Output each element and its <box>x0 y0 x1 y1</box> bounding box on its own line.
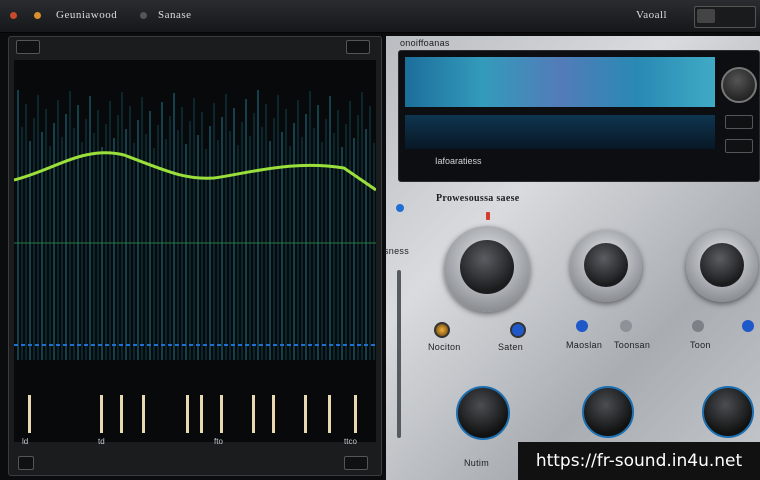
close-dot-icon[interactable] <box>10 12 17 19</box>
level-marker <box>100 395 103 433</box>
blue-led-icon-3[interactable] <box>742 320 754 332</box>
menu-icon[interactable] <box>140 12 147 19</box>
scope-tick-4: ttco <box>344 437 357 446</box>
knob-cap-icon <box>700 243 744 287</box>
level-marker <box>186 395 189 433</box>
amber-led-icon <box>434 322 450 338</box>
bottom-knob-1[interactable] <box>456 386 510 440</box>
level-markers <box>28 395 357 433</box>
display-button-1[interactable] <box>725 115 753 129</box>
label-saten: Saten <box>498 342 524 352</box>
blue-led-icon[interactable] <box>510 322 526 338</box>
title-bar: Geuniawood Sanase Vaoall <box>0 0 760 33</box>
label-nociton: Nociton <box>428 342 461 352</box>
panel-title: Prowesoussa saese <box>436 193 520 204</box>
right-label: Vaoall <box>636 9 668 21</box>
side-label: sness <box>384 246 410 256</box>
scope-tick-3: fto <box>214 437 223 446</box>
scope-bottom-right-button[interactable] <box>344 456 368 470</box>
bottom-title: Nutim <box>464 458 490 468</box>
gain-knob[interactable] <box>444 226 530 312</box>
scope-bottom-left-button[interactable] <box>18 456 34 470</box>
top-display: Iafoaratiess <box>398 50 760 182</box>
grey-led-icon-2[interactable] <box>692 320 704 332</box>
level-marker <box>200 395 203 433</box>
display-knob[interactable] <box>721 67 757 103</box>
mid-knob[interactable] <box>570 230 642 302</box>
level-marker <box>354 395 357 433</box>
bottom-knob-3[interactable] <box>702 386 754 438</box>
level-marker <box>252 395 255 433</box>
knob-cap-icon <box>584 243 628 287</box>
scope-tick-2: td <box>98 437 105 446</box>
level-marker <box>304 395 307 433</box>
display-header: onoiffoanas <box>400 38 450 48</box>
label-maoslan: Maoslan <box>566 340 603 350</box>
bottom-knob-2[interactable] <box>582 386 634 438</box>
blue-led-icon-2[interactable] <box>576 320 588 332</box>
scope-corner-button-right[interactable] <box>346 40 370 54</box>
label-toonsan: Toonsan <box>614 340 651 350</box>
waveform-strip <box>405 57 715 107</box>
level-marker <box>120 395 123 433</box>
spectrum-display <box>14 60 376 442</box>
level-marker <box>142 395 145 433</box>
toggle-knob-icon <box>697 9 715 23</box>
status-led-icon <box>396 204 404 212</box>
display-caption: Iafoaratiess <box>435 156 482 166</box>
title-toggle[interactable] <box>694 6 756 28</box>
label-toon: Toon <box>690 340 711 350</box>
meter-strip <box>405 115 715 149</box>
level-marker <box>272 395 275 433</box>
scope-tick-1: ld <box>22 437 29 446</box>
watermark-url: https://fr-sound.in4u.net <box>518 442 760 480</box>
app-title: Geuniawood <box>56 9 118 21</box>
level-marker <box>28 395 31 433</box>
knob-cap-icon <box>460 240 514 294</box>
scope-corner-button-left[interactable] <box>16 40 40 54</box>
display-button-2[interactable] <box>725 139 753 153</box>
menu-label[interactable]: Sanase <box>158 9 192 21</box>
vertical-fader[interactable] <box>397 270 401 438</box>
level-marker <box>220 395 223 433</box>
level-marker <box>328 395 331 433</box>
gain-marker-icon <box>486 212 490 220</box>
spectrum-bars <box>17 90 375 360</box>
right-knob[interactable] <box>686 230 758 302</box>
grey-led-icon[interactable] <box>620 320 632 332</box>
minimize-dot-icon[interactable] <box>34 12 41 19</box>
